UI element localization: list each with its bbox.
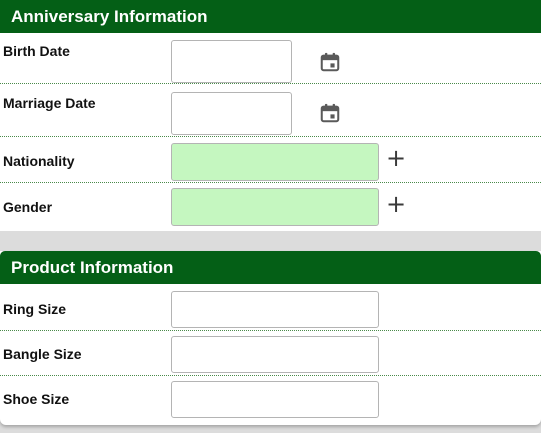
nationality-row: Nationality +: [0, 138, 541, 183]
plus-icon[interactable]: +: [386, 146, 406, 170]
calendar-icon[interactable]: [319, 102, 341, 124]
bangle-size-field[interactable]: [171, 336, 379, 373]
gender-label: Gender: [3, 199, 53, 215]
product-header: Product Information: [0, 251, 541, 284]
marriage-date-row: Marriage Date: [0, 85, 541, 137]
bangle-size-label: Bangle Size: [3, 346, 82, 362]
nationality-label: Nationality: [3, 153, 75, 169]
anniversary-panel: Anniversary Information Birth Date Marri…: [0, 0, 541, 231]
calendar-icon[interactable]: [319, 51, 341, 73]
plus-icon[interactable]: +: [386, 192, 406, 216]
product-panel: Product Information Ring Size Bangle Siz…: [0, 251, 541, 425]
ring-size-row: Ring Size: [0, 285, 541, 331]
shoe-size-row: Shoe Size: [0, 377, 541, 423]
birth-date-label: Birth Date: [3, 43, 70, 59]
birth-date-row: Birth Date: [0, 33, 541, 84]
ring-size-field[interactable]: [171, 291, 379, 328]
gender-field[interactable]: [171, 188, 379, 226]
gender-row: Gender +: [0, 184, 541, 231]
marriage-date-field[interactable]: [171, 92, 292, 135]
shoe-size-label: Shoe Size: [3, 391, 70, 407]
ring-size-label: Ring Size: [3, 301, 67, 317]
birth-date-field[interactable]: [171, 40, 292, 83]
nationality-field[interactable]: [171, 143, 379, 181]
bangle-size-row: Bangle Size: [0, 332, 541, 376]
marriage-date-label: Marriage Date: [3, 95, 96, 111]
anniversary-header: Anniversary Information: [0, 0, 541, 33]
shoe-size-field[interactable]: [171, 381, 379, 418]
